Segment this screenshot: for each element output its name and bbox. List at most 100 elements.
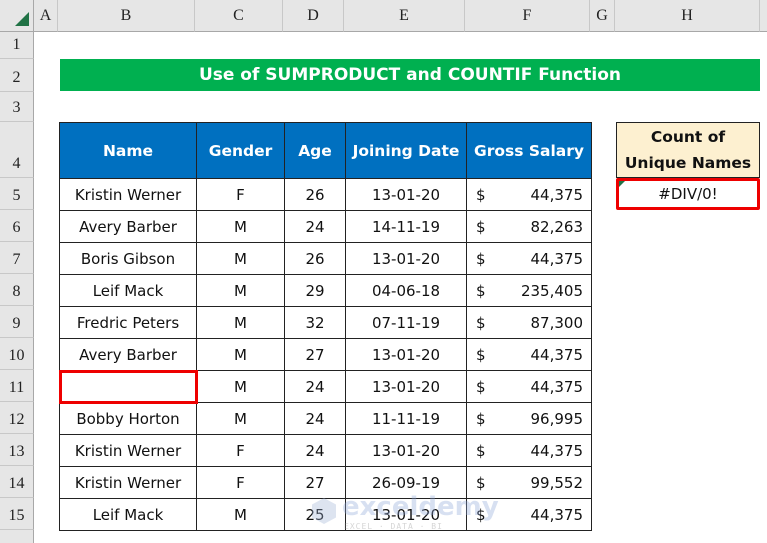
joining-date-cell[interactable]: 13-01-20	[345, 498, 467, 531]
table-row: M 24 13-01-20 $44,375	[58, 369, 592, 404]
gross-salary-cell[interactable]: $82,263	[466, 210, 592, 243]
table-row: Boris Gibson M 26 13-01-20 $44,375	[59, 242, 592, 275]
currency-symbol: $	[476, 473, 486, 492]
currency-symbol: $	[476, 505, 486, 524]
age-cell[interactable]: 24	[284, 402, 346, 435]
joining-date-cell[interactable]: 13-01-20	[345, 178, 467, 211]
row-header-5[interactable]: 5	[0, 178, 34, 210]
age-cell[interactable]: 32	[284, 306, 346, 339]
gross-salary-cell[interactable]: $235,405	[466, 274, 592, 307]
row-header-1[interactable]: 1	[0, 32, 34, 59]
column-header-e[interactable]: E	[344, 0, 465, 32]
select-all-corner[interactable]	[0, 0, 34, 32]
row-header-7[interactable]: 7	[0, 242, 34, 274]
column-header-g[interactable]: G	[590, 0, 615, 32]
gender-cell[interactable]: M	[196, 242, 285, 275]
header-joining-date[interactable]: Joining Date	[345, 122, 467, 179]
age-cell[interactable]: 29	[284, 274, 346, 307]
joining-date-cell[interactable]: 13-01-20	[345, 370, 467, 403]
row-header-14[interactable]: 14	[0, 466, 34, 498]
gross-salary-cell[interactable]: $44,375	[466, 498, 592, 531]
gross-salary-cell[interactable]: $44,375	[466, 178, 592, 211]
name-cell[interactable]: Bobby Horton	[59, 402, 197, 435]
unique-count-header[interactable]: Count of Unique Names	[616, 122, 760, 178]
joining-date-cell[interactable]: 13-01-20	[345, 242, 467, 275]
gender-cell[interactable]: M	[196, 370, 285, 403]
name-cell[interactable]: Leif Mack	[59, 274, 197, 307]
name-cell[interactable]: Leif Mack	[59, 498, 197, 531]
gender-cell[interactable]: F	[196, 466, 285, 499]
table-row: Bobby Horton M 24 11-11-19 $96,995	[59, 402, 592, 435]
gross-salary-cell[interactable]: $99,552	[466, 466, 592, 499]
column-header-a[interactable]: A	[34, 0, 58, 32]
joining-date-cell[interactable]: 04-06-18	[345, 274, 467, 307]
gender-cell[interactable]: M	[196, 498, 285, 531]
gender-cell[interactable]: M	[196, 306, 285, 339]
gender-cell[interactable]: F	[196, 178, 285, 211]
joining-date-cell[interactable]: 11-11-19	[345, 402, 467, 435]
salary-amount: 44,375	[530, 377, 584, 396]
age-cell[interactable]: 26	[284, 242, 346, 275]
name-cell[interactable]: Avery Barber	[59, 338, 197, 371]
gross-salary-cell[interactable]: $96,995	[466, 402, 592, 435]
row-header-11[interactable]: 11	[0, 370, 34, 402]
column-header-h[interactable]: H	[615, 0, 760, 32]
header-gross-salary[interactable]: Gross Salary	[466, 122, 592, 179]
name-cell[interactable]: Kristin Werner	[59, 466, 197, 499]
currency-symbol: $	[476, 249, 486, 268]
row-header-16[interactable]	[0, 530, 34, 543]
gender-cell[interactable]: M	[196, 210, 285, 243]
gender-cell[interactable]: F	[196, 434, 285, 467]
name-cell[interactable]: Kristin Werner	[59, 178, 197, 211]
row-header-4[interactable]: 4	[0, 122, 34, 178]
row-header-2[interactable]: 2	[0, 59, 34, 92]
name-cell[interactable]: Kristin Werner	[59, 434, 197, 467]
gender-cell[interactable]: M	[196, 402, 285, 435]
header-gender[interactable]: Gender	[196, 122, 285, 179]
header-age[interactable]: Age	[284, 122, 346, 179]
row-header-3[interactable]: 3	[0, 92, 34, 122]
row-header-8[interactable]: 8	[0, 274, 34, 306]
joining-date-cell[interactable]: 13-01-20	[345, 338, 467, 371]
currency-symbol: $	[476, 185, 486, 204]
name-cell[interactable]: Fredric Peters	[59, 306, 197, 339]
age-cell[interactable]: 27	[284, 338, 346, 371]
row-header-9[interactable]: 9	[0, 306, 34, 338]
age-cell[interactable]: 27	[284, 466, 346, 499]
name-cell[interactable]: Avery Barber	[59, 210, 197, 243]
salary-amount: 44,375	[530, 185, 584, 204]
unique-header-line1: Count of	[650, 128, 726, 146]
column-header-i[interactable]	[760, 0, 767, 32]
gross-salary-cell[interactable]: $87,300	[466, 306, 592, 339]
name-cell[interactable]	[58, 369, 198, 404]
age-cell[interactable]: 25	[284, 498, 346, 531]
gender-cell[interactable]: M	[196, 338, 285, 371]
age-cell[interactable]: 26	[284, 178, 346, 211]
column-header-d[interactable]: D	[283, 0, 344, 32]
gross-salary-cell[interactable]: $44,375	[466, 434, 592, 467]
column-header-f[interactable]: F	[465, 0, 590, 32]
unique-count-cell[interactable]: #DIV/0!	[616, 178, 760, 210]
age-cell[interactable]: 24	[284, 434, 346, 467]
row-header-12[interactable]: 12	[0, 402, 34, 434]
gross-salary-cell[interactable]: $44,375	[466, 338, 592, 371]
joining-date-cell[interactable]: 07-11-19	[345, 306, 467, 339]
row-header-13[interactable]: 13	[0, 434, 34, 466]
name-cell[interactable]: Boris Gibson	[59, 242, 197, 275]
joining-date-cell[interactable]: 26-09-19	[345, 466, 467, 499]
column-header-c[interactable]: C	[195, 0, 283, 32]
header-name[interactable]: Name	[59, 122, 197, 179]
table-row: Kristin Werner F 27 26-09-19 $99,552	[59, 466, 592, 499]
sheet-title[interactable]: Use of SUMPRODUCT and COUNTIF Function	[60, 59, 760, 91]
column-header-b[interactable]: B	[58, 0, 195, 32]
row-header-15[interactable]: 15	[0, 498, 34, 530]
row-header-6[interactable]: 6	[0, 210, 34, 242]
age-cell[interactable]: 24	[284, 210, 346, 243]
gross-salary-cell[interactable]: $44,375	[466, 242, 592, 275]
joining-date-cell[interactable]: 13-01-20	[345, 434, 467, 467]
row-header-10[interactable]: 10	[0, 338, 34, 370]
gross-salary-cell[interactable]: $44,375	[466, 370, 592, 403]
gender-cell[interactable]: M	[196, 274, 285, 307]
joining-date-cell[interactable]: 14-11-19	[345, 210, 467, 243]
age-cell[interactable]: 24	[284, 370, 346, 403]
